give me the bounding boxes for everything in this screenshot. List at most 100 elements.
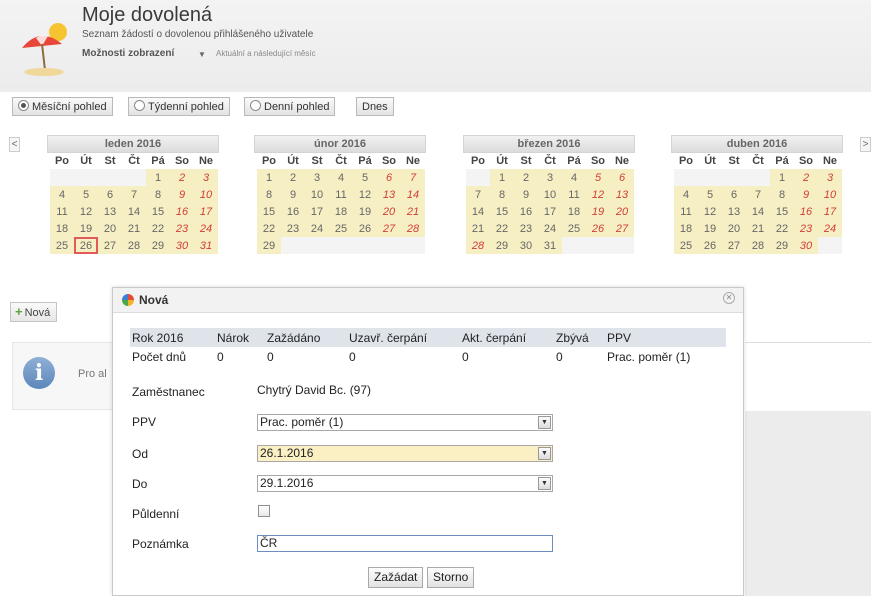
day-cell[interactable]: 18	[674, 220, 698, 237]
day-cell[interactable]: 31	[538, 237, 562, 254]
weekly-view-button[interactable]: Týdenní pohled	[128, 97, 230, 116]
day-cell[interactable]: 20	[610, 203, 634, 220]
day-cell[interactable]: 20	[722, 220, 746, 237]
day-cell[interactable]: 9	[170, 186, 194, 203]
day-cell[interactable]: 10	[194, 186, 218, 203]
day-cell[interactable]: 17	[305, 203, 329, 220]
day-cell[interactable]: 18	[50, 220, 74, 237]
day-cell[interactable]: 7	[466, 186, 490, 203]
day-cell[interactable]: 13	[722, 203, 746, 220]
dropdown-arrow-icon[interactable]: ▼	[538, 477, 551, 490]
day-cell[interactable]: 31	[194, 237, 218, 254]
day-cell[interactable]: 7	[746, 186, 770, 203]
day-cell[interactable]: 24	[305, 220, 329, 237]
day-cell[interactable]: 25	[562, 220, 586, 237]
day-cell[interactable]: 19	[698, 220, 722, 237]
half-day-checkbox[interactable]	[258, 505, 270, 517]
day-cell[interactable]: 15	[490, 203, 514, 220]
day-cell[interactable]: 19	[353, 203, 377, 220]
day-cell[interactable]: 22	[770, 220, 794, 237]
day-cell[interactable]: 29	[257, 237, 281, 254]
day-cell[interactable]: 3	[818, 169, 842, 186]
day-cell[interactable]: 25	[674, 237, 698, 254]
day-cell[interactable]: 16	[170, 203, 194, 220]
day-cell[interactable]: 26	[586, 220, 610, 237]
day-cell[interactable]: 30	[170, 237, 194, 254]
day-cell[interactable]: 17	[194, 203, 218, 220]
day-cell[interactable]: 8	[770, 186, 794, 203]
day-cell[interactable]: 5	[74, 186, 98, 203]
radio-icon[interactable]	[250, 100, 261, 111]
day-cell[interactable]: 14	[401, 186, 425, 203]
day-cell[interactable]: 27	[98, 237, 122, 254]
dropdown-arrow-icon[interactable]: ▼	[538, 416, 551, 429]
day-cell[interactable]: 8	[490, 186, 514, 203]
day-cell[interactable]: 20	[98, 220, 122, 237]
day-cell[interactable]: 14	[746, 203, 770, 220]
radio-selected-icon[interactable]	[18, 100, 29, 111]
day-cell[interactable]: 16	[794, 203, 818, 220]
dialog-title-bar[interactable]	[113, 288, 743, 313]
day-cell[interactable]: 7	[401, 169, 425, 186]
day-cell[interactable]: 23	[170, 220, 194, 237]
do-date-field[interactable]: 29.1.2016 ▼	[257, 475, 553, 492]
new-request-button[interactable]: + Nová	[10, 302, 58, 322]
od-date-field[interactable]: 26.1.2016 ▼	[257, 445, 553, 462]
day-cell[interactable]: 11	[562, 186, 586, 203]
day-cell[interactable]: 2	[281, 169, 305, 186]
radio-icon[interactable]	[134, 100, 145, 111]
day-cell[interactable]: 12	[698, 203, 722, 220]
day-cell[interactable]: 1	[490, 169, 514, 186]
day-cell[interactable]: 8	[146, 186, 170, 203]
day-cell[interactable]: 9	[281, 186, 305, 203]
day-cell[interactable]: 16	[514, 203, 538, 220]
day-cell[interactable]: 15	[257, 203, 281, 220]
day-cell[interactable]: 24	[538, 220, 562, 237]
submit-button[interactable]: Zažádat	[368, 567, 424, 588]
day-cell[interactable]: 27	[377, 220, 401, 237]
day-cell[interactable]: 13	[98, 203, 122, 220]
day-cell[interactable]: 21	[746, 220, 770, 237]
day-cell[interactable]: 13	[610, 186, 634, 203]
day-cell[interactable]: 29	[146, 237, 170, 254]
day-cell[interactable]: 15	[770, 203, 794, 220]
day-cell[interactable]: 5	[586, 169, 610, 186]
display-options-dropdown[interactable]: Možnosti zobrazení	[82, 48, 174, 59]
day-cell[interactable]: 18	[329, 203, 353, 220]
day-cell[interactable]: 28	[746, 237, 770, 254]
day-cell[interactable]: 15	[146, 203, 170, 220]
day-cell[interactable]: 26	[698, 237, 722, 254]
chevron-down-icon[interactable]: ▼	[198, 50, 206, 59]
day-cell[interactable]: 7	[122, 186, 146, 203]
day-cell[interactable]: 19	[74, 220, 98, 237]
day-cell[interactable]: 1	[146, 169, 170, 186]
day-cell[interactable]: 9	[794, 186, 818, 203]
day-cell[interactable]: 3	[194, 169, 218, 186]
day-cell[interactable]: 6	[377, 169, 401, 186]
day-cell[interactable]: 5	[698, 186, 722, 203]
day-cell[interactable]: 23	[514, 220, 538, 237]
day-cell[interactable]: 12	[74, 203, 98, 220]
day-cell[interactable]: 1	[257, 169, 281, 186]
day-cell[interactable]: 17	[538, 203, 562, 220]
day-cell[interactable]: 24	[818, 220, 842, 237]
day-cell[interactable]: 6	[610, 169, 634, 186]
day-cell[interactable]: 28	[466, 237, 490, 254]
day-cell[interactable]: 25	[50, 237, 74, 254]
day-cell[interactable]: 10	[538, 186, 562, 203]
day-cell[interactable]: 8	[257, 186, 281, 203]
day-cell[interactable]: 19	[586, 203, 610, 220]
day-cell[interactable]: 22	[490, 220, 514, 237]
day-cell[interactable]: 5	[353, 169, 377, 186]
day-cell[interactable]: 10	[305, 186, 329, 203]
day-cell[interactable]: 6	[722, 186, 746, 203]
day-cell[interactable]: 28	[401, 220, 425, 237]
day-cell[interactable]: 27	[610, 220, 634, 237]
day-cell[interactable]: 22	[257, 220, 281, 237]
day-cell[interactable]: 4	[329, 169, 353, 186]
day-cell[interactable]: 16	[281, 203, 305, 220]
day-cell[interactable]: 4	[50, 186, 74, 203]
day-cell[interactable]: 29	[770, 237, 794, 254]
day-cell[interactable]: 12	[353, 186, 377, 203]
day-cell[interactable]: 26	[353, 220, 377, 237]
